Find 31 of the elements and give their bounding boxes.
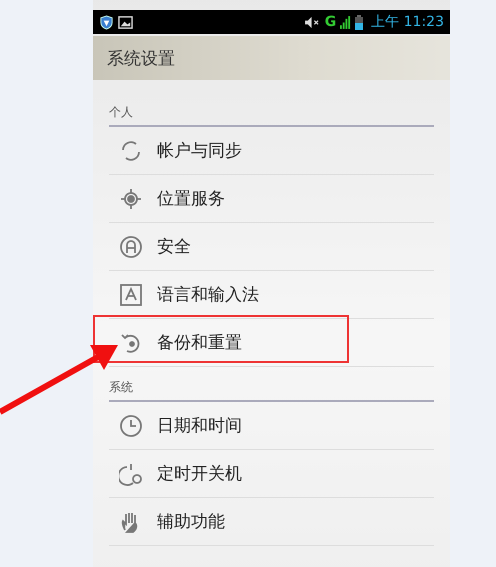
section-header: 个人: [108, 104, 134, 121]
item-label: 帐户与同步: [157, 140, 242, 162]
lock-icon: [119, 234, 143, 258]
screen-title: 系统设置: [107, 48, 175, 70]
settings-item[interactable]: 辅助功能: [109, 498, 434, 546]
mute-icon: [304, 16, 321, 28]
letter-a-icon: [119, 282, 143, 306]
settings-item[interactable]: 日期和时间: [109, 402, 434, 450]
power-timer-icon: [119, 462, 143, 486]
item-label: 日期和时间: [157, 415, 242, 437]
clock-time: 上午 11:23: [371, 13, 444, 31]
shield-icon: [99, 14, 114, 30]
section-header: 系统: [108, 379, 134, 396]
item-label: 定时开关机: [157, 463, 242, 485]
item-label: 辅助功能: [157, 511, 225, 533]
signal-icon: [340, 16, 352, 28]
settings-item[interactable]: 语言和输入法: [109, 271, 434, 319]
sync-icon: [119, 138, 143, 162]
settings-item[interactable]: 帐户与同步: [109, 127, 434, 175]
image-icon: [118, 14, 133, 30]
battery-icon: [355, 14, 364, 30]
clock-icon: [119, 414, 143, 438]
network-type: G: [324, 14, 336, 30]
settings-item[interactable]: 位置服务: [109, 175, 434, 223]
settings-item[interactable]: 定时开关机: [109, 450, 434, 498]
item-label: 安全: [157, 236, 191, 258]
location-icon: [119, 186, 143, 210]
settings-item[interactable]: 安全: [109, 223, 434, 271]
item-label: 位置服务: [157, 188, 225, 210]
item-label: 备份和重置: [157, 332, 242, 354]
item-label: 语言和输入法: [157, 284, 259, 306]
